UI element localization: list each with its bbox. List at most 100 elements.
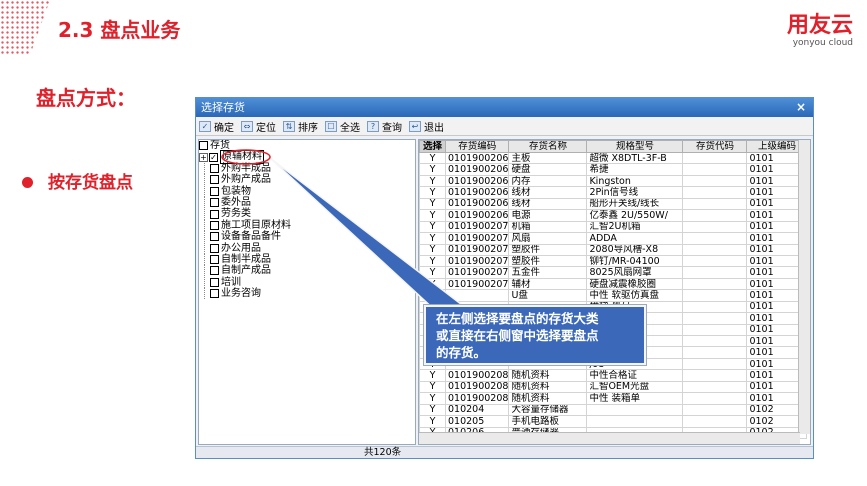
horizontal-scrollbar[interactable] — [419, 432, 800, 444]
table-row[interactable]: Y 0101900208 随机资料 汇智OEM光盘 0101 — [419, 380, 808, 394]
toolbar-label: 排序 — [298, 122, 318, 134]
checkbox[interactable] — [210, 186, 219, 196]
toolbar-button[interactable]: ☐ 全选 — [325, 119, 360, 134]
slide-decoration — [0, 0, 50, 55]
table-row[interactable]: Y 0101900206 硬盘 希捷 0101 — [419, 163, 808, 176]
table-row[interactable]: Y 0101900206 线材 2Pin信号线 0101 — [419, 186, 808, 199]
table-cell: 中性合格证 — [586, 369, 684, 382]
table-cell: ADDA — [586, 232, 684, 245]
table-row[interactable]: Y 010204 大容量存储器 0102 — [419, 403, 808, 417]
logo-subtext: yonyou cloud — [792, 38, 853, 48]
table-cell — [682, 232, 748, 245]
expand-icon[interactable]: + — [199, 152, 208, 162]
table-row[interactable]: Y 0101900207 塑胶件 铆钉/MR-04100 0101 — [419, 254, 808, 268]
table-cell: 0101900207 — [444, 232, 510, 245]
table-cell — [682, 266, 748, 279]
table-row[interactable]: Y 0101900207 风扇 ADDA 0101 — [419, 232, 808, 245]
table-cell: 风扇 — [508, 232, 588, 245]
tree-item[interactable]: 培训 — [221, 277, 241, 288]
table-cell — [682, 220, 748, 234]
tree-item[interactable]: 办公用品 — [221, 243, 261, 254]
table-cell: 010204 — [444, 403, 510, 417]
toolbar-button[interactable]: ⇅ 排序 — [283, 119, 318, 134]
column-header[interactable]: 选择 — [419, 140, 446, 153]
table-row[interactable]: Y 0101900207 塑胶件 2080导风槽-X8 0101 — [419, 243, 808, 256]
table-cell: 0101900207 — [444, 266, 510, 279]
table-row[interactable]: Y 0101900206 内存 Kingston 0101 — [419, 174, 808, 188]
tree-item[interactable]: 业务咨询 — [221, 288, 261, 299]
toolbar-button[interactable]: ? 查询 — [367, 119, 402, 134]
table-cell: Y — [419, 174, 446, 188]
close-icon[interactable]: × — [796, 98, 806, 117]
table-cell: 2Pin信号线 — [586, 186, 684, 199]
table-cell — [682, 334, 748, 348]
checkbox[interactable] — [210, 255, 219, 265]
checkbox-checked[interactable]: ✓ — [209, 152, 218, 162]
column-header[interactable]: 存货代码 — [682, 140, 748, 153]
tree-item[interactable]: 劳务类 — [221, 208, 251, 219]
column-header[interactable]: 存货名称 — [508, 140, 588, 153]
table-row[interactable]: Y 0101900207 辅材 硬盘减震橡胶圈 0101 — [419, 277, 808, 291]
tree-item[interactable]: 外购半成品 — [221, 163, 271, 174]
toolbar-label: 退出 — [424, 122, 444, 134]
table-row[interactable]: Y 010205 手机电路板 0102 — [419, 415, 808, 428]
checkbox[interactable] — [210, 175, 219, 185]
table-cell: 线材 — [508, 186, 588, 199]
checkbox[interactable] — [210, 277, 219, 287]
table-cell: Y — [419, 369, 446, 382]
table-cell — [586, 415, 684, 428]
table-row[interactable]: Y 0101900208 随机资料 中性 装箱单 0101 — [419, 392, 808, 405]
table-row[interactable]: Y 0101900207 机箱 汇智2U机箱 0101 — [419, 220, 808, 234]
toolbar-label: 确定 — [214, 122, 234, 134]
table-row[interactable]: Y 0101900208 随机资料 中性合格证 0101 — [419, 369, 808, 382]
tree-item[interactable]: 自制半成品 — [221, 254, 271, 265]
table-row[interactable]: Y U盘 中性 软驱仿真盘 0101 — [419, 289, 808, 302]
table-cell: 亿泰鑫 2U/550W/ — [586, 209, 684, 222]
table-cell: Y — [419, 380, 446, 394]
table-cell — [682, 186, 748, 199]
tree-item[interactable]: 施工项目原材料 — [221, 220, 291, 231]
checkbox[interactable] — [210, 163, 219, 173]
table-cell: Y — [419, 415, 446, 428]
logo-text: 用友云 — [786, 13, 853, 38]
table-cell: Kingston — [586, 174, 684, 188]
tree-item[interactable]: 设备备品备件 — [221, 231, 281, 242]
callout-box: 在左侧选择要盘点的存货大类 或直接在右侧窗中选择要盘点 的存货。 — [424, 305, 646, 365]
table-cell: 汇智OEM光盘 — [586, 380, 684, 394]
select-all-icon: ☐ — [325, 120, 337, 132]
table-cell: 010205 — [444, 415, 510, 428]
checkbox[interactable] — [210, 220, 219, 230]
toolbar-button[interactable]: ⇔ 定位 — [241, 119, 276, 134]
table-cell: 主板 — [508, 151, 588, 165]
tree-item[interactable]: 外购产成品 — [221, 174, 271, 185]
table-cell: 随机资料 — [508, 369, 588, 382]
tree-item-selected[interactable]: 原辅材料 — [220, 150, 264, 164]
checkbox[interactable] — [210, 266, 219, 276]
table-cell: 超微 X8DTL-3F-B — [586, 151, 684, 165]
tree-item[interactable]: 包装物 — [221, 186, 251, 197]
toolbar-button[interactable]: ↩ 退出 — [409, 119, 444, 134]
table-cell: 随机资料 — [508, 380, 588, 394]
slide-title: 2.3 盘点业务 — [58, 18, 181, 42]
column-header[interactable]: 规格型号 — [586, 140, 684, 153]
checkbox[interactable] — [210, 289, 219, 299]
checkbox[interactable] — [210, 232, 219, 242]
column-header[interactable]: 存货编码 — [444, 140, 510, 153]
checkbox[interactable] — [210, 198, 219, 208]
tree-item[interactable]: 委外品 — [221, 197, 251, 208]
table-row[interactable]: Y 0101900206 电源 亿泰鑫 2U/550W/0101 — [419, 209, 808, 222]
table-cell: 中性 软驱仿真盘 — [586, 289, 684, 302]
toolbar-button[interactable]: ✓ 确定 — [199, 119, 234, 134]
checkbox[interactable] — [210, 243, 219, 253]
table-row[interactable]: Y 0101900207 五金件 8025风扇网罩 0101 — [419, 266, 808, 279]
table-cell: 0101900208 — [444, 380, 510, 394]
select-inventory-dialog: 选择存货 × ✓ 确定 ⇔ 定位 ⇅ 排序 ☐ 全选? 查询 ↩ 退出 存货 + ✓ 原辅材料 外购半成品外… — [195, 97, 814, 459]
vertical-scrollbar[interactable] — [798, 140, 810, 434]
table-cell — [682, 323, 748, 337]
checkbox[interactable] — [199, 141, 208, 151]
table-row[interactable]: Y 0101900206 主板 超微 X8DTL-3F-B 0101 — [419, 151, 808, 165]
tree-item[interactable]: 自制产成品 — [221, 265, 271, 276]
table-cell — [682, 369, 748, 382]
checkbox[interactable] — [210, 209, 219, 219]
table-row[interactable]: Y 0101900206 线材 船形开关线/线长 0101 — [419, 197, 808, 211]
